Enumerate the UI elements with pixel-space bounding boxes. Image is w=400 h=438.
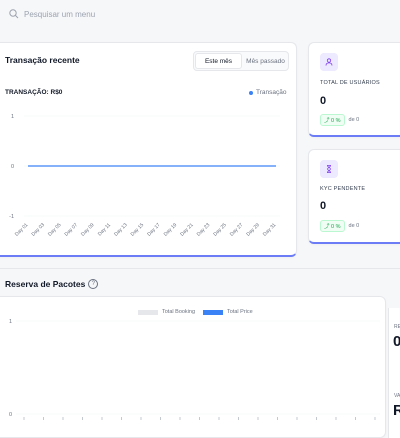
packages-legend: Total Booking Total Price [138,309,253,315]
stat-label: KYC PENDENTE [320,186,366,192]
hourglass-icon [320,160,338,178]
transactions-chart: 1 0 -1Day 01 Day 03 Day 05 Day 07 Day 09 Day 11… [9,114,280,238]
stat-card-users: TOTAL DE USUÁRIOS 0 ⤴ 0 % de 0 [308,42,400,137]
transaction-total: TRANSAÇÃO: R$0 [5,89,63,96]
search-input[interactable] [24,6,224,22]
y-tick-label: 1 [9,319,12,325]
x-tick-label: Day 21 [179,222,195,238]
transactions-title: Transação recente [5,55,80,65]
x-tick-label: Day 09 [80,222,96,238]
trend-icon: ⤴ [324,118,332,124]
x-tick-label: Day 25 [212,222,228,238]
tab-last-month[interactable]: Mês passado [243,52,288,70]
chart-legend: Transação [249,89,286,96]
panel-value: R [393,402,400,419]
packages-header: Reserva de Pacotes ? [5,279,99,289]
trend-icon: ⤴ [324,224,332,230]
compare-text: de 0 [348,117,360,123]
x-tick-label: Day 11 [97,222,112,237]
help-icon[interactable]: ? [88,279,99,289]
x-tick-label: Day 03 [31,222,47,238]
panel-label: RE [394,324,400,330]
x-tick-label: Day 05 [47,222,63,238]
x-tick-label: Day 13 [113,222,129,238]
section-divider [0,268,400,269]
legend-label-booking: Total Booking [162,309,196,315]
packages-chart: 10 [9,319,380,420]
panel-value: 0 [393,333,400,350]
stat-value: 0 [320,95,327,107]
stat-card-kyc: KYC PENDENTE 0 ⤴ 0 % de 0 [308,149,400,244]
y-tick-label: -1 [9,214,14,220]
x-tick-label: Day 17 [146,222,162,238]
x-tick-label: Day 07 [64,222,80,238]
stat-trend: ⤴ 0 % de 0 [320,220,359,232]
legend-swatch [249,90,253,95]
x-tick-label: Day 27 [229,222,245,238]
x-tick-label: Day 19 [163,222,179,238]
x-tick-label: Day 01 [14,222,30,238]
legend-label: Transação [256,89,287,96]
search-bar [0,0,400,30]
legend-swatch-price [203,309,224,315]
search-icon [9,9,19,19]
trend-badge: ⤴ 0 % [320,114,345,126]
legend-swatch-booking [138,309,158,315]
stat-value: 0 [320,200,327,212]
panel-label: VA [394,393,400,399]
compare-text: de 0 [348,223,360,229]
stat-label: TOTAL DE USUÁRIOS [320,80,380,86]
period-toggle: Este mês Mês passado [193,51,289,71]
x-tick-label: Day 29 [245,222,261,238]
x-tick-label: Day 31 [262,222,278,238]
legend-label-price: Total Price [227,309,253,315]
y-tick-label: 0 [9,412,12,418]
stat-trend: ⤴ 0 % de 0 [320,114,359,126]
right-summary-panel: RE 0 VA R [388,308,400,438]
x-tick-label: Day 15 [130,222,146,238]
trend-badge: ⤴ 0 % [320,220,345,232]
tab-this-month[interactable]: Este mês [195,53,242,69]
packages-title: Reserva de Pacotes [5,279,86,289]
y-tick-label: 0 [11,164,14,170]
user-icon [320,53,338,71]
y-tick-label: 1 [11,114,14,120]
x-tick-label: Day 23 [196,222,212,238]
